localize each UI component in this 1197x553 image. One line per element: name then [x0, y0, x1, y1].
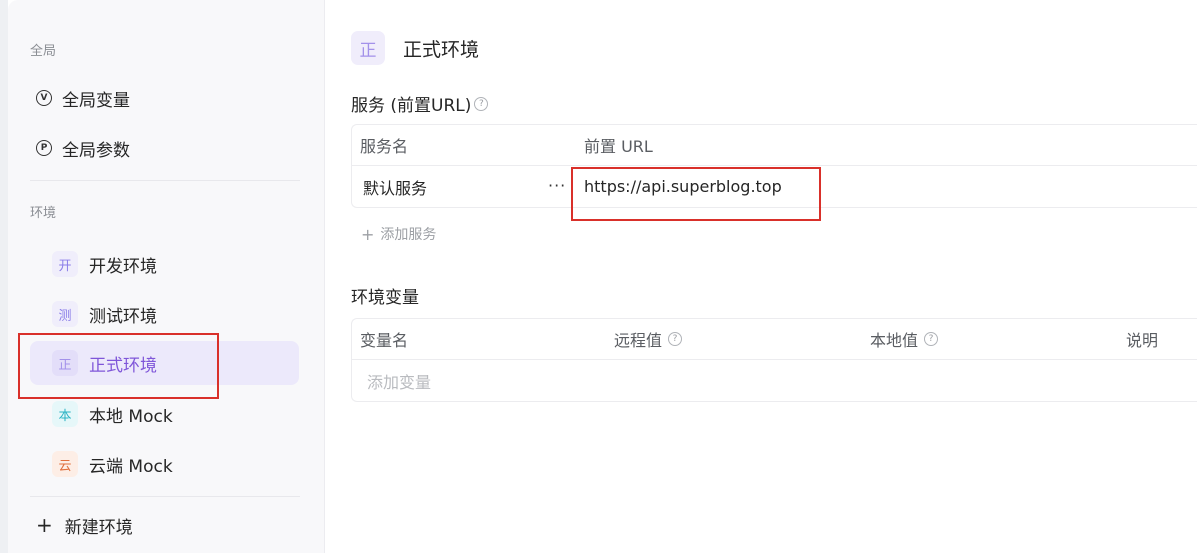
divider [30, 180, 300, 181]
sidebar-item-label: 开发环境 [89, 256, 157, 277]
sidebar-item-label: 测试环境 [89, 306, 157, 327]
variable-icon: V [36, 90, 52, 106]
new-environment-button[interactable]: + 新建环境 [30, 510, 133, 540]
column-header-description: 说明 [1126, 331, 1159, 350]
sidebar-item-label: 正式环境 [89, 355, 157, 376]
plus-icon: + [361, 224, 375, 244]
sidebar-item-cloud-mock[interactable]: 云 云端 Mock [30, 442, 299, 486]
env-badge: 开 [52, 251, 78, 277]
page-title: 正式环境 [403, 38, 480, 61]
column-header-local-value: 本地值 ? [870, 327, 939, 351]
column-header-variable-name: 变量名 [360, 331, 409, 350]
environment-sidebar: 全局 V 全局变量 P 全局参数 环境 开 开发环境 测 测试环境 正 正式环境… [8, 0, 325, 553]
divider [30, 496, 300, 497]
sidebar-item-test-env[interactable]: 测 测试环境 [30, 292, 299, 336]
add-service-label: 添加服务 [380, 227, 437, 243]
new-environment-label: 新建环境 [64, 517, 133, 538]
variables-section-title: 环境变量 [351, 288, 419, 308]
sidebar-item-label: 全局变量 [62, 90, 130, 111]
services-table: 服务名 前置 URL 默认服务 ··· https://api.superblo… [351, 124, 1197, 208]
services-section-title: 服务 (前置URL) ? [351, 91, 489, 116]
env-badge: 正 [52, 350, 78, 376]
table-row: 添加变量 [352, 360, 1197, 401]
help-icon[interactable]: ? [474, 96, 489, 111]
service-name-cell[interactable]: 默认服务 [363, 175, 427, 199]
sidebar-item-global-variables[interactable]: V 全局变量 [30, 76, 298, 120]
sidebar-item-dev-env[interactable]: 开 开发环境 [30, 242, 299, 286]
env-badge: 正 [351, 31, 385, 65]
table-header-row: 服务名 前置 URL [352, 125, 1197, 166]
env-badge: 云 [52, 451, 78, 477]
background-window [0, 0, 8, 553]
column-header-remote-value: 远程值 ? [614, 327, 683, 351]
add-service-button[interactable]: + 添加服务 [361, 224, 436, 244]
column-header-url: 前置 URL [584, 137, 653, 156]
environment-detail-panel: 正 正式环境 服务 (前置URL) ? 服务名 前置 URL 默认服务 ··· … [326, 0, 1197, 553]
env-header: 正 正式环境 [351, 31, 479, 65]
help-icon[interactable]: ? [668, 332, 683, 346]
help-icon[interactable]: ? [924, 332, 939, 346]
sidebar-item-prod-env[interactable]: 正 正式环境 [30, 341, 299, 385]
add-variable-input[interactable]: 添加变量 [367, 369, 431, 393]
sidebar-item-global-params[interactable]: P 全局参数 [30, 126, 298, 170]
remote-value-label: 远程值 [614, 331, 663, 350]
table-row: 默认服务 ··· https://api.superblog.top [352, 166, 1197, 207]
variables-table: 变量名 远程值 ? 本地值 ? 说明 添加变量 [351, 318, 1197, 402]
parameter-icon: P [36, 140, 52, 156]
env-badge: 本 [52, 401, 78, 427]
env-badge: 测 [52, 301, 78, 327]
table-header-row: 变量名 远程值 ? 本地值 ? 说明 [352, 319, 1197, 360]
service-url-input[interactable]: https://api.superblog.top [584, 177, 782, 196]
column-header-service-name: 服务名 [360, 137, 409, 156]
sidebar-item-local-mock[interactable]: 本 本地 Mock [30, 392, 299, 436]
global-section-label: 全局 [30, 44, 57, 59]
local-value-label: 本地值 [870, 331, 919, 350]
plus-icon: + [36, 513, 53, 537]
sidebar-item-label: 全局参数 [62, 140, 130, 161]
sidebar-item-label: 云端 Mock [89, 456, 173, 477]
services-title-text: 服务 (前置URL) [351, 96, 472, 116]
more-options-icon[interactable]: ··· [548, 176, 566, 195]
env-section-label: 环境 [30, 206, 57, 221]
sidebar-item-label: 本地 Mock [89, 406, 173, 427]
